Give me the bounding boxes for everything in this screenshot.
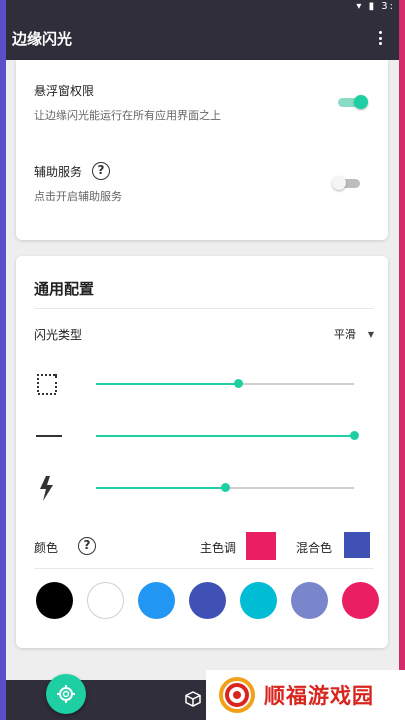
line-width-slider[interactable] [96, 431, 359, 440]
help-icon[interactable]: ? [92, 162, 111, 180]
more-vert-icon[interactable] [375, 28, 385, 48]
section-title: 通用配置 [34, 280, 95, 298]
general-config-card: 通用配置 闪光类型 平滑 ▼ 颜色 ? 主色调 混合色 [16, 256, 388, 648]
mix-color-swatch[interactable] [344, 532, 370, 558]
color-option[interactable] [342, 582, 379, 619]
main-tone-label: 主色调 [200, 541, 237, 555]
color-palette [34, 582, 381, 622]
overlay-permission-title: 悬浮窗权限 [34, 84, 95, 98]
watermark-logo [219, 677, 255, 713]
speed-slider-row [34, 474, 374, 502]
flash-type-value: 平滑 [333, 328, 356, 341]
flash-type-label: 闪光类型 [34, 328, 83, 342]
accessibility-row[interactable]: 辅助服务 ? 点击开启辅助服务 [34, 162, 122, 204]
color-label: 颜色 [34, 541, 59, 555]
slider-thumb[interactable] [234, 379, 243, 388]
watermark-banner: 顺福游戏园 [206, 670, 405, 720]
slider-thumb[interactable] [350, 431, 359, 440]
color-option[interactable] [291, 582, 328, 619]
color-option[interactable] [36, 582, 73, 619]
color-option[interactable] [189, 582, 226, 619]
settings-fab[interactable] [46, 674, 86, 714]
overlay-permission-subtitle: 让边缘闪光能运行在所有应用界面之上 [34, 109, 221, 122]
line-width-icon [36, 435, 62, 437]
main-tone-swatch[interactable] [246, 532, 276, 560]
permissions-card: 悬浮窗权限 让边缘闪光能运行在所有应用界面之上 辅助服务 ? 点击开启辅助服务 [16, 60, 388, 240]
flash-type-select[interactable]: 平滑 ▼ [334, 326, 374, 342]
dropdown-arrow-icon: ▼ [367, 329, 374, 339]
cube-icon[interactable] [184, 690, 202, 708]
status-icons: ▾ ▮ 3: [356, 1, 395, 12]
divider [34, 308, 374, 309]
accessibility-subtitle: 点击开启辅助服务 [34, 190, 122, 203]
accessibility-title: 辅助服务 [34, 164, 83, 179]
watermark-text: 顺福游戏园 [264, 684, 374, 708]
speed-slider[interactable] [96, 483, 354, 492]
color-option[interactable] [87, 582, 124, 619]
color-row: 颜色 ? 主色调 混合色 [34, 532, 374, 562]
status-bar: ▾ ▮ 3: [6, 0, 399, 16]
corner-size-slider-row [34, 370, 374, 398]
border-corner-icon [37, 374, 57, 395]
help-icon[interactable]: ? [78, 537, 96, 555]
line-width-slider-row [34, 422, 374, 450]
lightning-icon [40, 476, 53, 501]
overlay-permission-switch[interactable] [338, 95, 368, 109]
color-option[interactable] [240, 582, 277, 619]
gear-icon [57, 685, 75, 703]
app-title: 边缘闪光 [12, 29, 73, 48]
accessibility-switch[interactable] [332, 176, 362, 190]
app-screen: ▾ ▮ 3: 边缘闪光 悬浮窗权限 让边缘闪光能运行在所有应用界面之上 辅助服务… [6, 0, 399, 720]
slider-thumb[interactable] [221, 483, 230, 492]
color-option[interactable] [138, 582, 175, 619]
corner-size-slider[interactable] [96, 379, 354, 388]
mix-color-label: 混合色 [296, 541, 333, 555]
overlay-permission-row[interactable]: 悬浮窗权限 让边缘闪光能运行在所有应用界面之上 [34, 82, 221, 123]
app-bar: 边缘闪光 [6, 16, 399, 60]
divider [34, 568, 374, 569]
